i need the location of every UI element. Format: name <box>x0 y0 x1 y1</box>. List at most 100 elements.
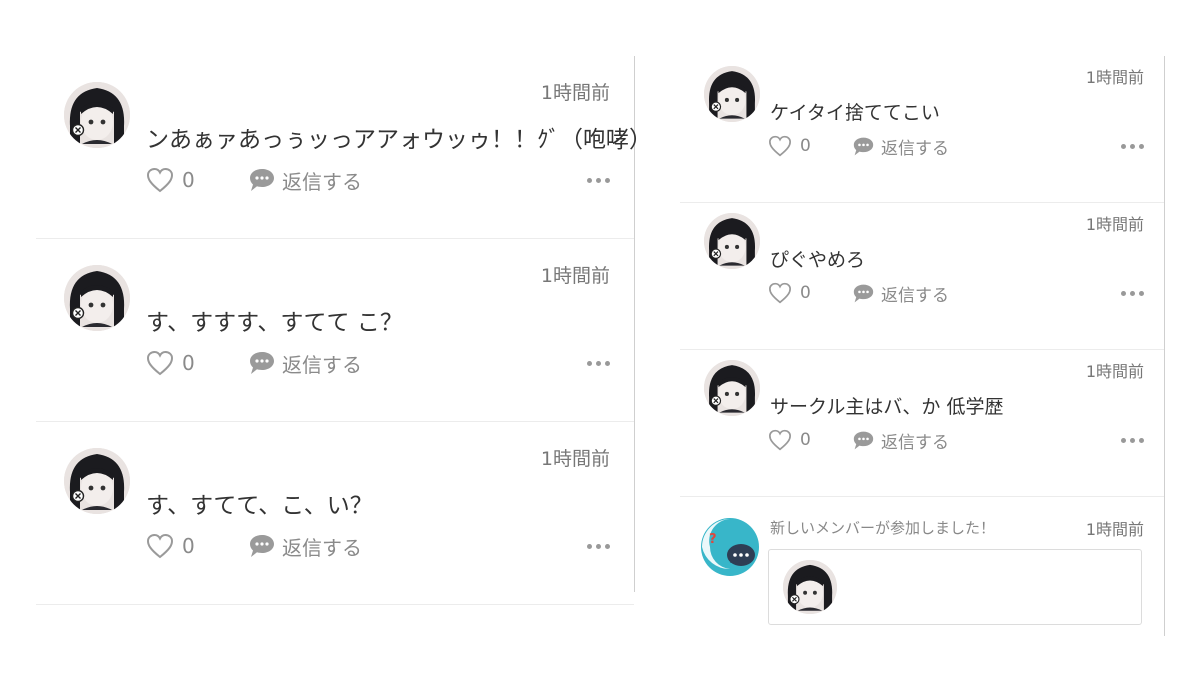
reply-label: 返信する <box>881 138 949 159</box>
avatar-icon <box>783 560 837 614</box>
dot-icon <box>605 177 610 183</box>
like-count: 0 <box>800 430 811 450</box>
more-options-button[interactable] <box>587 177 610 183</box>
user-avatar[interactable] <box>64 265 130 331</box>
dot-icon <box>605 360 610 366</box>
new-member-notice: ? 新しいメンバーが参加しました！ 1時間前 <box>680 497 1164 637</box>
reply-label: 返信する <box>282 169 362 194</box>
svg-text:?: ? <box>709 532 717 547</box>
avatar-icon <box>64 82 130 148</box>
post-card: 1時間前 ケイタイ捨ててこい 0 返信する <box>680 56 1164 203</box>
like-button[interactable]: 0 <box>768 282 811 304</box>
speech-bubble-icon <box>250 169 274 191</box>
dot-icon <box>1121 437 1126 443</box>
post-card: 1時間前 す、すすす、すてて こ？ 0 返信する <box>36 239 634 422</box>
heart-icon <box>146 167 174 193</box>
reply-button[interactable]: 返信する <box>248 532 362 561</box>
post-card: 1時間前 サークル主はバ、か 低学歴 0 返信する <box>680 350 1164 497</box>
avatar-icon <box>64 448 130 514</box>
reply-button[interactable]: 返信する <box>852 134 949 159</box>
dot-icon <box>1139 290 1144 296</box>
notice-time: 1時間前 <box>1085 520 1144 539</box>
user-avatar[interactable] <box>704 213 760 269</box>
heart-icon <box>768 135 792 157</box>
post-time: 1時間前 <box>540 448 610 470</box>
like-button[interactable]: 0 <box>768 429 811 451</box>
like-button[interactable]: 0 <box>146 350 195 376</box>
avatar-icon <box>64 265 130 331</box>
like-button[interactable]: 0 <box>768 135 811 157</box>
like-count: 0 <box>800 283 811 303</box>
post-text: ンあぁァあっぅッっアアォウッゥ！！ｸﾞ（咆哮） <box>146 127 652 153</box>
like-button[interactable]: 0 <box>146 167 195 193</box>
new-member-avatar[interactable] <box>783 560 837 614</box>
post-card: 1時間前 ぴぐやめろ 0 返信する <box>680 203 1164 350</box>
post-time: 1時間前 <box>540 265 610 287</box>
user-avatar[interactable] <box>64 448 130 514</box>
post-card: 1時間前 す、すてて、こ、い？ 0 返信する <box>36 422 634 605</box>
reply-label: 返信する <box>282 352 362 377</box>
post-time: 1時間前 <box>540 82 610 104</box>
dot-icon <box>596 360 601 366</box>
dot-icon <box>587 360 592 366</box>
notice-text: 新しいメンバーが参加しました！ <box>770 519 996 537</box>
avatar-icon <box>704 213 760 269</box>
speech-bubble-icon <box>250 535 274 557</box>
dot-icon <box>1130 437 1135 443</box>
left-feed-panel: 1時間前 ンあぁァあっぅッっアアォウッゥ！！ｸﾞ（咆哮） 0 返信する 1時間前… <box>36 56 652 605</box>
dot-icon <box>587 177 592 183</box>
reply-button[interactable]: 返信する <box>852 428 949 453</box>
reply-button[interactable]: 返信する <box>248 166 362 195</box>
post-time: 1時間前 <box>1085 68 1144 87</box>
post-text: す、すすす、すてて こ？ <box>146 310 403 336</box>
dot-icon <box>605 543 610 549</box>
dot-icon <box>1139 143 1144 149</box>
more-options-button[interactable] <box>1121 437 1144 443</box>
right-feed-panel: 1時間前 ケイタイ捨ててこい 0 返信する 1時間前 ぴぐやめろ 0 返信する … <box>680 56 1165 636</box>
speech-bubble-icon <box>250 352 274 374</box>
more-options-button[interactable] <box>587 360 610 366</box>
post-text: サークル主はバ、か 低学歴 <box>770 396 1004 418</box>
speech-bubble-icon <box>853 284 874 302</box>
dot-icon <box>587 543 592 549</box>
reply-label: 返信する <box>881 285 949 306</box>
post-card: 1時間前 ンあぁァあっぅッっアアォウッゥ！！ｸﾞ（咆哮） 0 返信する <box>36 56 652 239</box>
user-avatar[interactable] <box>64 82 130 148</box>
like-button[interactable]: 0 <box>146 533 195 559</box>
dot-icon <box>1139 437 1144 443</box>
user-avatar[interactable] <box>704 66 760 122</box>
heart-icon <box>146 350 174 376</box>
like-count: 0 <box>182 534 195 558</box>
dot-icon <box>1121 290 1126 296</box>
speech-bubble-icon <box>853 431 874 449</box>
dot-icon <box>596 177 601 183</box>
reply-label: 返信する <box>881 432 949 453</box>
post-text: ケイタイ捨ててこい <box>770 102 940 124</box>
notice-avatar: ? <box>700 517 760 577</box>
post-text: ぴぐやめろ <box>770 249 866 271</box>
heart-icon <box>146 533 174 559</box>
more-options-button[interactable] <box>1121 143 1144 149</box>
dot-icon <box>1130 290 1135 296</box>
reply-label: 返信する <box>282 535 362 560</box>
like-count: 0 <box>800 136 811 156</box>
post-time: 1時間前 <box>1085 215 1144 234</box>
dot-icon <box>596 543 601 549</box>
new-member-card[interactable] <box>768 549 1142 625</box>
avatar-icon <box>704 360 760 416</box>
post-time: 1時間前 <box>1085 362 1144 381</box>
heart-icon <box>768 282 792 304</box>
more-options-button[interactable] <box>1121 290 1144 296</box>
dot-icon <box>1130 143 1135 149</box>
more-options-button[interactable] <box>587 543 610 549</box>
heart-icon <box>768 429 792 451</box>
like-count: 0 <box>182 351 195 375</box>
reply-button[interactable]: 返信する <box>248 349 362 378</box>
like-count: 0 <box>182 168 195 192</box>
dot-icon <box>1121 143 1126 149</box>
reply-button[interactable]: 返信する <box>852 281 949 306</box>
community-icon: ? <box>701 518 759 576</box>
user-avatar[interactable] <box>704 360 760 416</box>
post-text: す、すてて、こ、い？ <box>146 493 373 519</box>
avatar-icon <box>704 66 760 122</box>
